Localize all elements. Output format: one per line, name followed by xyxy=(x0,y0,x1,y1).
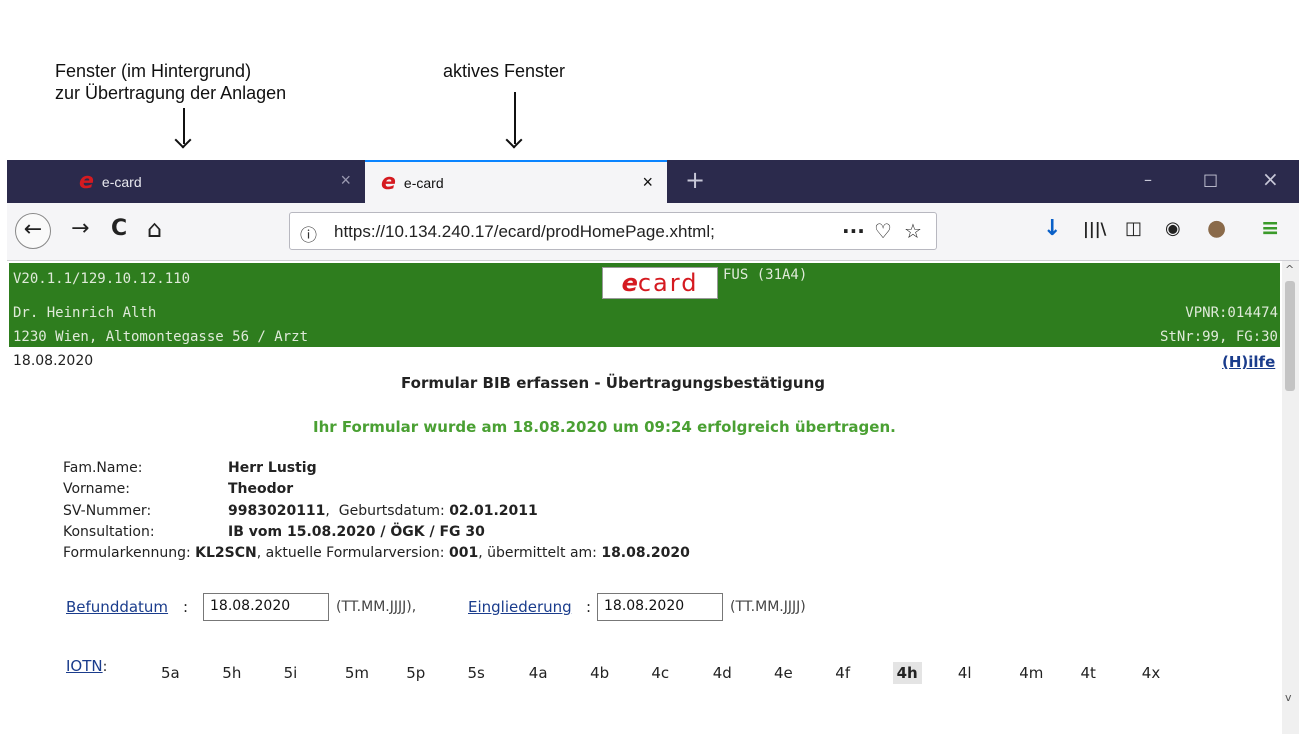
annotation-line-1: Fenster (im Hintergrund) xyxy=(55,61,252,81)
page-title: Formular BIB erfassen - Übertragungsbest… xyxy=(401,374,826,392)
library-icon[interactable]: |||\ xyxy=(1083,215,1106,243)
famname-label: Fam.Name: xyxy=(63,460,143,476)
iotn-option-4b[interactable]: 4b xyxy=(590,664,609,682)
help-link[interactable]: (H)ilfe xyxy=(1222,353,1275,371)
formularversion-label: aktuelle Formularversion: xyxy=(265,545,445,561)
iotn-label: IOTN: xyxy=(66,657,108,675)
date-format-hint: (TT.MM.JJJJ), xyxy=(336,599,417,615)
scroll-up-icon[interactable]: ^ xyxy=(1285,263,1294,276)
iotn-option-4x[interactable]: 4x xyxy=(1142,664,1160,682)
iotn-option-4c[interactable]: 4c xyxy=(651,664,669,682)
fus-label: FUS (31A4) xyxy=(723,267,808,283)
iotn-option-5p[interactable]: 5p xyxy=(406,664,425,682)
konsultation-value: IB vom 15.08.2020 / ÖGK / FG 30 xyxy=(228,524,485,540)
colon: : xyxy=(586,598,592,616)
tab-active-ecard[interactable]: e e-card × xyxy=(365,160,667,203)
arrow-down-icon xyxy=(514,92,516,144)
page-actions-icon[interactable]: ··· xyxy=(842,219,865,243)
eingliederung-input[interactable]: 18.08.2020 xyxy=(597,593,723,621)
reader-view-icon[interactable]: ◫ xyxy=(1125,215,1142,243)
tab-title: e-card xyxy=(101,173,142,190)
iotn-option-4t[interactable]: 4t xyxy=(1081,664,1096,682)
close-tab-icon[interactable]: × xyxy=(642,172,653,193)
close-tab-icon[interactable]: × xyxy=(340,170,351,191)
navigation-toolbar: ← → C ⌂ ⓘ https://10.134.240.17/ecard/pr… xyxy=(7,203,1299,261)
formularversion-value: 001 xyxy=(448,545,479,561)
uebermittelt-value: 18.08.2020 xyxy=(601,545,690,561)
page-content: V20.1.1/129.10.12.110 ecard FUS (31A4) D… xyxy=(7,261,1282,734)
geburtsdatum-label: Geburtsdatum: xyxy=(338,503,445,519)
current-date: 18.08.2020 xyxy=(13,353,94,369)
back-icon[interactable]: ← xyxy=(15,213,51,249)
ecard-logo-icon: e xyxy=(381,169,396,195)
close-window-icon[interactable]: × xyxy=(1262,167,1279,191)
date-format-hint-2: (TT.MM.JJJJ) xyxy=(730,599,806,615)
sv-label: SV-Nummer: xyxy=(63,503,152,519)
scrollbar-thumb[interactable] xyxy=(1285,281,1295,391)
iotn-option-5s[interactable]: 5s xyxy=(468,664,485,682)
tab-bar: e e-card × e e-card × + – □ × xyxy=(7,160,1299,203)
iotn-option-4f[interactable]: 4f xyxy=(835,664,850,682)
arrow-down-icon xyxy=(183,108,185,144)
home-icon[interactable]: ⌂ xyxy=(147,215,162,243)
iotn-option-4a[interactable]: 4a xyxy=(529,664,548,682)
sv-value: 9983020111 xyxy=(228,503,326,519)
forward-icon[interactable]: → xyxy=(71,215,89,243)
iotn-option-4h[interactable]: 4h xyxy=(892,662,922,684)
maximize-icon[interactable]: □ xyxy=(1203,170,1218,189)
konsultation-label: Konsultation: xyxy=(63,524,155,540)
annotation-active-window: aktives Fenster xyxy=(443,61,566,81)
colon: : xyxy=(183,598,189,616)
bookmark-star-icon[interactable]: ☆ xyxy=(904,219,922,243)
stnr-fg: StNr:99, FG:30 xyxy=(1159,329,1278,345)
tab-background-ecard[interactable]: e e-card × xyxy=(63,160,365,203)
account-icon[interactable]: ◉ xyxy=(1165,215,1181,243)
befunddatum-label[interactable]: Befunddatum xyxy=(66,598,168,616)
iotn-option-4m[interactable]: 4m xyxy=(1019,664,1043,682)
vpnr: VPNR:014474 xyxy=(1185,305,1278,321)
download-icon[interactable]: ↓ xyxy=(1043,215,1061,243)
info-icon[interactable]: ⓘ xyxy=(300,221,317,246)
scroll-down-icon[interactable]: v xyxy=(1285,691,1292,704)
ecard-logo-icon: e xyxy=(79,168,94,194)
iotn-option-4l[interactable]: 4l xyxy=(958,664,972,682)
formularkennung-label: Formularkennung: xyxy=(63,545,191,561)
annotation-line-2: zur Übertragung der Anlagen xyxy=(55,83,287,103)
iotn-option-4d[interactable]: 4d xyxy=(713,664,732,682)
url-text[interactable]: https://10.134.240.17/ecard/prodHomePage… xyxy=(334,222,784,242)
reload-icon[interactable]: C xyxy=(111,215,127,243)
geburtsdatum-value: 02.01.2011 xyxy=(449,503,538,519)
iotn-option-4e[interactable]: 4e xyxy=(774,664,793,682)
eingliederung-label[interactable]: Eingliederung xyxy=(468,598,572,616)
uebermittelt-label: übermittelt am: xyxy=(487,545,597,561)
iotn-option-5h[interactable]: 5h xyxy=(222,664,241,682)
vorname-label: Vorname: xyxy=(63,481,130,497)
version-info: V20.1.1/129.10.12.110 xyxy=(13,271,191,287)
minimize-icon[interactable]: – xyxy=(1144,170,1152,189)
formularkennung-value: KL2SCN xyxy=(195,545,257,561)
formularkennung-line: Formularkennung: KL2SCN, aktuelle Formul… xyxy=(63,545,690,561)
page-scrollbar[interactable]: ^ v xyxy=(1282,261,1299,734)
befunddatum-input[interactable]: 18.08.2020 xyxy=(203,593,329,621)
iotn-option-5m[interactable]: 5m xyxy=(345,664,369,682)
address-bar[interactable]: ⓘ https://10.134.240.17/ecard/prodHomePa… xyxy=(289,212,937,250)
ecard-header-bar: V20.1.1/129.10.12.110 ecard FUS (31A4) D… xyxy=(9,263,1280,347)
pocket-icon[interactable]: ♡ xyxy=(874,219,892,243)
tab-title: e-card xyxy=(403,174,444,191)
menu-icon[interactable]: ≡ xyxy=(1261,215,1279,243)
doctor-name: Dr. Heinrich Alth xyxy=(13,305,157,321)
new-tab-icon[interactable]: + xyxy=(685,166,705,194)
vorname-value: Theodor xyxy=(228,481,294,497)
iotn-option-5a[interactable]: 5a xyxy=(161,664,180,682)
sv-line: 9983020111, Geburtsdatum: 02.01.2011 xyxy=(228,503,538,519)
extension-icon[interactable]: ● xyxy=(1207,215,1226,243)
annotation-background-window: Fenster (im Hintergrund) zur Übertragung… xyxy=(55,60,286,104)
ecard-logo: ecard xyxy=(602,267,718,299)
doctor-address: 1230 Wien, Altomontegasse 56 / Arzt xyxy=(13,329,309,345)
success-message: Ihr Formular wurde am 18.08.2020 um 09:2… xyxy=(313,418,896,436)
iotn-option-5i[interactable]: 5i xyxy=(284,664,298,682)
famname-value: Herr Lustig xyxy=(228,460,317,476)
